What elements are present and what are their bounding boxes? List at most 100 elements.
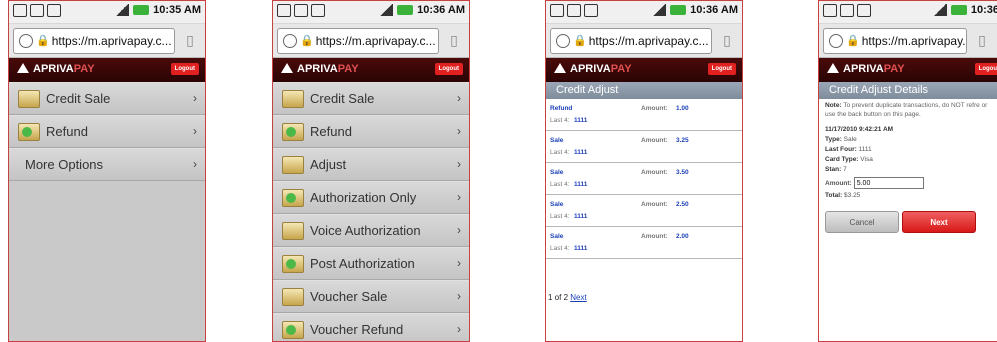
globe-icon	[283, 33, 297, 48]
menu-item-voucher-sale[interactable]: Voucher Sale ›	[273, 280, 469, 313]
logo-triangle-icon	[17, 63, 29, 73]
menu-item-more-options[interactable]: More Options ›	[9, 148, 205, 181]
app-header: APRIVAPAY Logout	[9, 58, 205, 82]
apriva-logo: APRIVAPAY	[17, 63, 95, 75]
menu-item-adjust[interactable]: Adjust ›	[273, 148, 469, 181]
notification-icon	[584, 4, 598, 17]
credit-card-icon	[282, 89, 304, 108]
transaction-datetime: 11/17/2010 9:42:21 AM	[825, 126, 894, 133]
signal-icon	[115, 4, 130, 16]
url-field[interactable]: 🔒https://m.aprivapay.c...	[823, 27, 967, 54]
transaction-row[interactable]: Sale Amount: 3.25 Last 4: 1111	[546, 131, 742, 163]
usb-icon	[567, 4, 581, 17]
detail-type: Type: Sale	[825, 136, 857, 143]
menu-item-post-authorization[interactable]: Post Authorization ›	[273, 247, 469, 280]
amount-input[interactable]	[853, 177, 924, 189]
apriva-logo: APRIVAPAY	[281, 63, 359, 75]
notification-icon	[311, 4, 325, 17]
browser-url-bar: 🔒https://m.aprivapay.c... ▯	[546, 24, 742, 58]
voucher-refund-icon	[282, 320, 304, 339]
chevron-right-icon: ›	[457, 190, 461, 204]
menu-item-credit-sale[interactable]: Credit Sale ›	[9, 82, 205, 115]
chevron-right-icon: ›	[457, 289, 461, 303]
pagination: 1 of 2 Next	[548, 293, 587, 302]
adjust-icon	[282, 155, 304, 174]
next-button[interactable]: Next	[902, 211, 976, 233]
menu-item-authorization-only[interactable]: Authorization Only ›	[273, 181, 469, 214]
chevron-right-icon: ›	[457, 124, 461, 138]
gmail-icon	[550, 4, 564, 17]
chevron-right-icon: ›	[457, 256, 461, 270]
post-authorization-icon	[282, 254, 304, 273]
transaction-details: Note: To prevent duplicate transactions,…	[819, 99, 997, 235]
next-page-link[interactable]: Next	[570, 293, 586, 302]
menu-item-refund[interactable]: Refund ›	[273, 115, 469, 148]
authorization-icon	[282, 188, 304, 207]
transaction-row[interactable]: Refund Amount: 1.00 Last 4: 1111	[546, 99, 742, 131]
transaction-row[interactable]: Sale Amount: 2.50 Last 4: 1111	[546, 195, 742, 227]
battery-icon	[950, 5, 967, 15]
chevron-right-icon: ›	[457, 91, 461, 105]
url-field[interactable]: 🔒https://m.aprivapay.c...	[550, 27, 712, 54]
logo-triangle-icon	[554, 63, 566, 73]
cancel-button[interactable]: Cancel	[825, 211, 899, 233]
app-header: APRIVAPAY Logout	[819, 58, 997, 82]
url-text: https://m.aprivapay.c...	[51, 33, 172, 48]
phone-screen-3: 10:36 AM 🔒 https://m.aprivapay.c... ▯ APR…	[545, 0, 743, 342]
transaction-row[interactable]: Sale Amount: 2.00 Last 4: 1111	[546, 227, 742, 259]
gmail-icon	[277, 4, 291, 17]
detail-total: Total: $3.25	[825, 192, 861, 199]
voucher-icon	[282, 287, 304, 306]
battery-icon	[133, 5, 150, 15]
browser-url-bar: 🔒https://m.aprivapay.c... ▯	[9, 24, 205, 58]
clock: 10:36	[970, 4, 997, 16]
signal-icon	[932, 4, 947, 16]
logout-button[interactable]: Logout	[434, 63, 463, 75]
credit-card-icon	[18, 89, 40, 108]
chevron-right-icon: ›	[457, 157, 461, 171]
app-header: APRIVAPAY Logout	[273, 58, 469, 82]
status-bar: 10:35 AM	[9, 1, 205, 24]
amount-row: Amount:	[825, 177, 991, 189]
voice-authorization-icon	[282, 221, 304, 240]
logout-button[interactable]: Logout	[974, 63, 997, 75]
bookmark-icon[interactable]: ▯	[971, 30, 993, 52]
bookmark-icon[interactable]: ▯	[179, 30, 201, 52]
url-field[interactable]: 🔒https://m.aprivapay.c...	[13, 27, 175, 54]
bookmark-icon[interactable]: ▯	[443, 30, 465, 52]
globe-icon	[829, 33, 843, 48]
clock: 10:35 AM	[153, 4, 201, 16]
menu-item-credit-sale[interactable]: Credit Sale ›	[273, 82, 469, 115]
gmail-icon	[13, 4, 27, 17]
menu-item-voucher-refund[interactable]: Voucher Refund ›	[273, 313, 469, 341]
bookmark-icon[interactable]: ▯	[716, 30, 738, 52]
battery-icon	[397, 5, 414, 15]
logout-button[interactable]: Logout	[707, 63, 736, 75]
notification-icon	[47, 4, 61, 17]
phone-screen-4: 10:36 🔒https://m.aprivapay.c... ▯ APRIVA…	[818, 0, 997, 342]
phone-screen-2: 10:36 AM 🔒 https://m.aprivapay.c... ▯ APR…	[272, 0, 470, 342]
usb-icon	[840, 4, 854, 17]
gmail-icon	[823, 4, 837, 17]
chevron-right-icon: ›	[193, 124, 197, 138]
status-bar: 10:36 AM	[546, 1, 742, 24]
url-field[interactable]: 🔒https://m.aprivapay.c...	[277, 27, 439, 54]
logo-triangle-icon	[281, 63, 293, 73]
menu-item-voice-authorization[interactable]: Voice Authorization ›	[273, 214, 469, 247]
apriva-logo: APRIVAPAY	[554, 63, 632, 75]
status-bar: 10:36	[819, 1, 997, 24]
refund-icon	[282, 122, 304, 141]
clock: 10:36 AM	[417, 4, 465, 16]
transaction-row[interactable]: Sale Amount: 3.50 Last 4: 1111	[546, 163, 742, 195]
apriva-logo: APRIVAPAY	[827, 63, 905, 75]
app-header: APRIVAPAY Logout	[546, 58, 742, 82]
browser-url-bar: 🔒https://m.aprivapay.c... ▯	[273, 24, 469, 58]
url-text: https://m.aprivapay.c...	[861, 33, 966, 48]
lock-icon: 🔒	[846, 35, 860, 47]
refund-icon	[18, 122, 40, 141]
menu-item-refund[interactable]: Refund ›	[9, 115, 205, 148]
page-title: Credit Adjust Details	[819, 82, 997, 99]
usb-icon	[30, 4, 44, 17]
notification-icon	[857, 4, 871, 17]
logout-button[interactable]: Logout	[170, 63, 199, 75]
